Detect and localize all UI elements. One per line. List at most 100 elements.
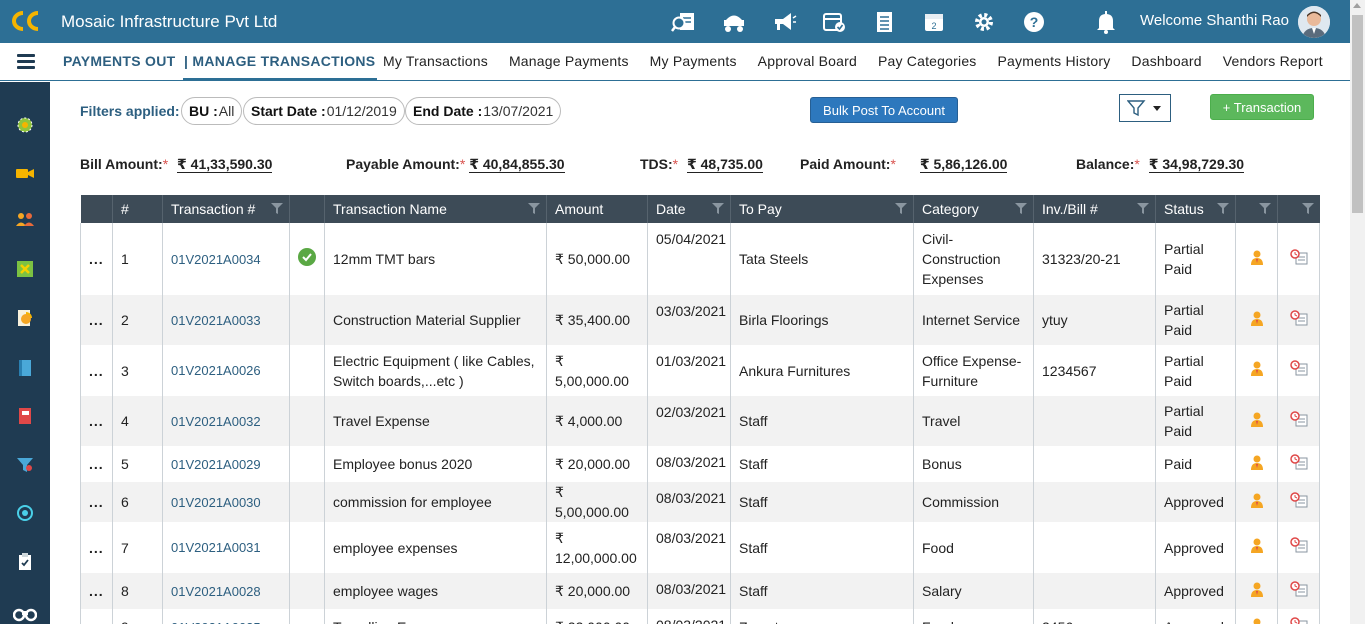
bulk-post-button[interactable]: Bulk Post To Account [810, 97, 958, 123]
history-log-icon[interactable] [1289, 616, 1308, 624]
row-actions-menu[interactable]: ... [80, 446, 113, 482]
more-options-icon[interactable]: ... [89, 251, 104, 267]
more-options-icon[interactable]: ... [89, 363, 104, 379]
calendar-check-icon[interactable] [820, 8, 847, 35]
approver-person-icon[interactable] [1250, 493, 1264, 511]
scrollbar-thumb[interactable] [1352, 15, 1363, 213]
table-row[interactable]: ... 9 01V2021A0025 Travelling Expense₹ 22,0… [80, 609, 1320, 624]
col-header-transaction-name[interactable]: Transaction Name [324, 195, 547, 223]
table-row[interactable]: ... 1 01V2021A0034 12mm TMT bars ₹ 50,000.00… [80, 223, 1320, 295]
nav-tab-my-payments[interactable]: My Payments [650, 53, 737, 69]
table-row[interactable]: ... 5 01V2021A0029 Employee bonus 2020 ₹ 20,… [80, 446, 1320, 482]
notification-bell-icon[interactable] [1094, 9, 1118, 35]
history-log-icon[interactable] [1289, 410, 1308, 430]
table-row[interactable]: ... 7 01V2021A0031 employee expenses ₹ 12,00… [80, 522, 1320, 573]
approver-person-icon[interactable] [1250, 582, 1264, 600]
more-options-icon[interactable]: ... [89, 312, 104, 328]
filter-pill-end-date[interactable]: End Date : 13/07/2021 [405, 97, 562, 125]
more-options-icon[interactable]: ... [89, 494, 104, 510]
approver-person-icon[interactable] [1250, 250, 1264, 268]
row-actions-menu[interactable]: ... [80, 573, 113, 609]
column-filter-icon[interactable] [895, 203, 907, 214]
book-icon[interactable] [15, 358, 35, 378]
table-row[interactable]: ... 6 01V2021A0030 commission for employee ₹… [80, 482, 1320, 522]
pie-document-icon[interactable] [15, 308, 35, 328]
col-header-amount[interactable]: Amount [546, 195, 648, 223]
team-icon[interactable] [15, 209, 35, 229]
filter-pill-start-date[interactable]: Start Date : 01/12/2019 [243, 97, 405, 125]
approver-person-icon[interactable] [1250, 311, 1264, 329]
column-filter-icon[interactable] [1137, 203, 1149, 214]
nav-tab-approval-board[interactable]: Approval Board [758, 53, 857, 69]
help-icon[interactable]: ? [1020, 8, 1047, 35]
approver-person-icon[interactable] [1250, 618, 1264, 624]
column-filter-icon[interactable] [528, 203, 540, 214]
row-actions-menu[interactable]: ... [80, 609, 113, 624]
history-log-icon[interactable] [1289, 309, 1308, 329]
column-filter-icon[interactable] [271, 203, 283, 214]
table-row[interactable]: ... 8 01V2021A0028 employee wages ₹ 20,000.0… [80, 573, 1320, 609]
nav-tab-manage-payments[interactable]: Manage Payments [509, 53, 629, 69]
history-log-icon[interactable] [1289, 537, 1308, 556]
nav-tab-vendors-report[interactable]: Vendors Report [1223, 53, 1323, 69]
hamburger-menu-icon[interactable] [17, 54, 35, 70]
row-actions-menu[interactable]: ... [80, 522, 113, 573]
nav-tab-pay-categories[interactable]: Pay Categories [878, 53, 977, 69]
dashboard-gear-icon[interactable] [15, 115, 35, 135]
table-row[interactable]: ... 3 01V2021A0026 Electric Equipment ( lik… [80, 345, 1320, 396]
transaction-link[interactable]: 01V2021A0028 [171, 584, 261, 599]
filter-icon[interactable] [15, 455, 35, 475]
table-row[interactable]: ... 2 01V2021A0033 Construction Material Su… [80, 295, 1320, 345]
history-log-icon[interactable] [1289, 580, 1308, 600]
col-header-bill-number[interactable]: Inv./Bill # [1033, 195, 1156, 223]
history-log-icon[interactable] [1289, 491, 1308, 511]
row-actions-menu[interactable]: ... [80, 345, 113, 396]
approver-person-icon[interactable] [1250, 455, 1264, 473]
transaction-link[interactable]: 01V2021A0030 [171, 495, 261, 510]
column-filter-icon[interactable] [1015, 203, 1027, 214]
gear-icon[interactable] [970, 8, 997, 35]
approver-person-icon[interactable] [1250, 412, 1264, 430]
filter-dropdown-button[interactable] [1119, 94, 1171, 122]
approver-person-icon[interactable] [1250, 538, 1264, 556]
row-actions-menu[interactable]: ... [80, 223, 113, 295]
nav-tab-payments-history[interactable]: Payments History [998, 53, 1111, 69]
column-filter-icon[interactable] [1301, 203, 1314, 214]
more-options-icon[interactable]: ... [89, 619, 104, 624]
history-log-icon[interactable] [1289, 360, 1308, 379]
row-actions-menu[interactable]: ... [80, 482, 113, 522]
nav-tab-dashboard[interactable]: Dashboard [1131, 53, 1201, 69]
approver-person-icon[interactable] [1250, 361, 1264, 379]
row-actions-menu[interactable]: ... [80, 295, 113, 345]
transaction-link[interactable]: 01V2021A0025 [171, 620, 261, 624]
col-header-status[interactable]: Status [1155, 195, 1236, 223]
col-header-date[interactable]: Date [647, 195, 731, 223]
company-logo-icon[interactable] [10, 8, 42, 34]
filter-pill-bu[interactable]: BU : All [181, 97, 243, 125]
grid-icon[interactable] [15, 259, 35, 279]
column-filter-icon[interactable] [712, 203, 724, 214]
table-row[interactable]: ... 4 01V2021A0032 Travel Expense ₹ 4,000.00… [80, 396, 1320, 446]
transaction-link[interactable]: 01V2021A0031 [171, 540, 261, 555]
transaction-link[interactable]: 01V2021A0029 [171, 457, 261, 472]
column-filter-icon[interactable] [1217, 203, 1229, 214]
nav-tab-manage-transactions[interactable]: | MANAGE TRANSACTIONS [184, 53, 375, 69]
nav-module-payments-out[interactable]: PAYMENTS OUT [63, 53, 176, 69]
megaphone-icon[interactable] [770, 8, 797, 35]
more-options-icon[interactable]: ... [89, 540, 104, 556]
nav-tab-my-transactions[interactable]: My Transactions [383, 53, 488, 69]
col-header-number[interactable]: # [112, 195, 163, 223]
transaction-link[interactable]: 01V2021A0033 [171, 313, 261, 328]
report-pdf-icon[interactable] [15, 406, 35, 426]
calendar-icon[interactable]: 2 [920, 8, 947, 35]
user-avatar[interactable] [1298, 6, 1330, 38]
binoculars-icon[interactable] [13, 602, 37, 622]
search-report-icon[interactable] [670, 8, 697, 35]
video-icon[interactable] [15, 163, 35, 183]
add-transaction-button[interactable]: + Transaction [1210, 94, 1314, 120]
delivery-truck-icon[interactable] [720, 8, 747, 35]
transaction-link[interactable]: 01V2021A0026 [171, 363, 261, 378]
column-filter-icon[interactable] [1259, 203, 1271, 214]
history-log-icon[interactable] [1289, 453, 1308, 473]
scroll-up-arrow-icon[interactable] [1353, 3, 1361, 8]
